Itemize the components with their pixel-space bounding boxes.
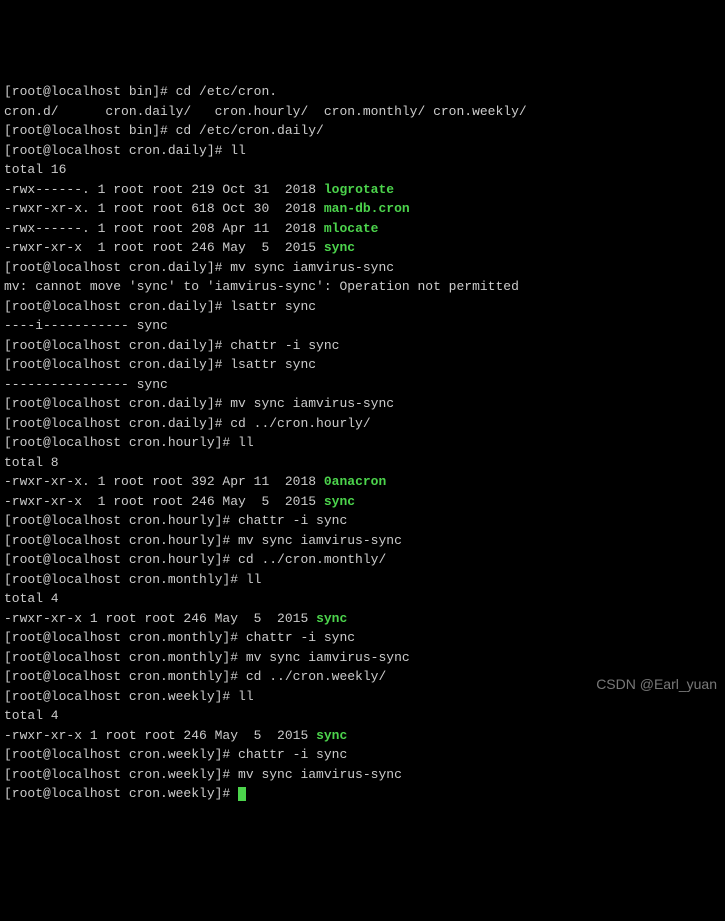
filename-highlight: sync <box>324 494 355 509</box>
terminal-text: [root@localhost cron.monthly]# chattr -i… <box>4 630 355 645</box>
terminal-text: [root@localhost cron.hourly]# chattr -i … <box>4 513 347 528</box>
terminal-line: total 8 <box>4 453 721 473</box>
terminal-text: [root@localhost cron.hourly]# cd ../cron… <box>4 552 386 567</box>
terminal-text: [root@localhost bin]# cd /etc/cron. <box>4 84 277 99</box>
terminal-line: [root@localhost cron.hourly]# mv sync ia… <box>4 531 721 551</box>
terminal-line: cron.d/ cron.daily/ cron.hourly/ cron.mo… <box>4 102 721 122</box>
terminal-line: -rwx------. 1 root root 219 Oct 31 2018 … <box>4 180 721 200</box>
terminal-line: [root@localhost bin]# cd /etc/cron.daily… <box>4 121 721 141</box>
terminal-line: ---------------- sync <box>4 375 721 395</box>
terminal-line: [root@localhost cron.daily]# mv sync iam… <box>4 258 721 278</box>
cursor <box>238 787 246 801</box>
terminal-line: total 4 <box>4 706 721 726</box>
filename-highlight: logrotate <box>324 182 394 197</box>
terminal-text: [root@localhost cron.weekly]# ll <box>4 689 254 704</box>
terminal-text: [root@localhost cron.daily]# ll <box>4 143 246 158</box>
terminal-text: -rwxr-xr-x 1 root root 246 May 5 2015 <box>4 611 316 626</box>
terminal-text: cron.d/ cron.daily/ cron.hourly/ cron.mo… <box>4 104 527 119</box>
terminal-text: -rwxr-xr-x. 1 root root 392 Apr 11 2018 <box>4 474 324 489</box>
terminal-text: [root@localhost cron.weekly]# <box>4 786 238 801</box>
terminal-text: [root@localhost cron.daily]# lsattr sync <box>4 357 316 372</box>
terminal-text: [root@localhost cron.hourly]# ll <box>4 435 254 450</box>
terminal-text: [root@localhost cron.daily]# mv sync iam… <box>4 260 394 275</box>
terminal-text: total 16 <box>4 162 66 177</box>
terminal-text: [root@localhost cron.monthly]# mv sync i… <box>4 650 410 665</box>
terminal-text: -rwx------. 1 root root 208 Apr 11 2018 <box>4 221 324 236</box>
terminal-text: [root@localhost cron.weekly]# chattr -i … <box>4 747 347 762</box>
terminal-line: total 4 <box>4 589 721 609</box>
terminal-line: -rwx------. 1 root root 208 Apr 11 2018 … <box>4 219 721 239</box>
terminal-text: -rwxr-xr-x. 1 root root 618 Oct 30 2018 <box>4 201 324 216</box>
terminal-line: total 16 <box>4 160 721 180</box>
terminal-text: [root@localhost cron.hourly]# mv sync ia… <box>4 533 402 548</box>
filename-highlight: 0anacron <box>324 474 386 489</box>
terminal-line: [root@localhost cron.daily]# chattr -i s… <box>4 336 721 356</box>
terminal-line: -rwxr-xr-x 1 root root 246 May 5 2015 sy… <box>4 609 721 629</box>
terminal-text: mv: cannot move 'sync' to 'iamvirus-sync… <box>4 279 519 294</box>
terminal-line: [root@localhost cron.monthly]# chattr -i… <box>4 628 721 648</box>
terminal-line: [root@localhost cron.hourly]# cd ../cron… <box>4 550 721 570</box>
filename-highlight: mlocate <box>324 221 379 236</box>
terminal-text: total 8 <box>4 455 59 470</box>
terminal-line: [root@localhost cron.daily]# lsattr sync <box>4 355 721 375</box>
terminal-line: -rwxr-xr-x. 1 root root 392 Apr 11 2018 … <box>4 472 721 492</box>
terminal-line: [root@localhost cron.daily]# mv sync iam… <box>4 394 721 414</box>
terminal-line: -rwxr-xr-x 1 root root 246 May 5 2015 sy… <box>4 726 721 746</box>
terminal-text: [root@localhost cron.daily]# lsattr sync <box>4 299 316 314</box>
terminal-line: [root@localhost cron.daily]# lsattr sync <box>4 297 721 317</box>
terminal-text: [root@localhost cron.monthly]# cd ../cro… <box>4 669 386 684</box>
filename-highlight: man-db.cron <box>324 201 410 216</box>
terminal-text: [root@localhost cron.daily]# cd ../cron.… <box>4 416 371 431</box>
filename-highlight: sync <box>316 728 347 743</box>
terminal-text: [root@localhost cron.monthly]# ll <box>4 572 261 587</box>
terminal-text: ---------------- sync <box>4 377 168 392</box>
terminal-text: [root@localhost cron.daily]# chattr -i s… <box>4 338 339 353</box>
terminal-line: -rwxr-xr-x. 1 root root 618 Oct 30 2018 … <box>4 199 721 219</box>
terminal-text: -rwxr-xr-x 1 root root 246 May 5 2015 <box>4 240 324 255</box>
terminal-line: ----i----------- sync <box>4 316 721 336</box>
terminal-text: [root@localhost bin]# cd /etc/cron.daily… <box>4 123 324 138</box>
terminal-line: -rwxr-xr-x 1 root root 246 May 5 2015 sy… <box>4 238 721 258</box>
terminal-line: [root@localhost cron.monthly]# ll <box>4 570 721 590</box>
terminal-line: -rwxr-xr-x 1 root root 246 May 5 2015 sy… <box>4 492 721 512</box>
terminal-line: [root@localhost cron.hourly]# chattr -i … <box>4 511 721 531</box>
terminal-line: [root@localhost cron.monthly]# mv sync i… <box>4 648 721 668</box>
terminal-text: total 4 <box>4 708 59 723</box>
terminal-text: [root@localhost cron.weekly]# mv sync ia… <box>4 767 402 782</box>
terminal-line: [root@localhost cron.weekly]# chattr -i … <box>4 745 721 765</box>
terminal-line: [root@localhost cron.daily]# ll <box>4 141 721 161</box>
terminal-line: [root@localhost cron.weekly]# <box>4 784 721 804</box>
terminal-line: [root@localhost cron.hourly]# ll <box>4 433 721 453</box>
terminal-text: total 4 <box>4 591 59 606</box>
filename-highlight: sync <box>324 240 355 255</box>
terminal-line: mv: cannot move 'sync' to 'iamvirus-sync… <box>4 277 721 297</box>
terminal-text: -rwxr-xr-x 1 root root 246 May 5 2015 <box>4 728 316 743</box>
terminal-line: [root@localhost bin]# cd /etc/cron. <box>4 82 721 102</box>
terminal-text: -rwx------. 1 root root 219 Oct 31 2018 <box>4 182 324 197</box>
terminal-line: [root@localhost cron.weekly]# mv sync ia… <box>4 765 721 785</box>
watermark: CSDN @Earl_yuan <box>596 674 717 695</box>
filename-highlight: sync <box>316 611 347 626</box>
terminal-text: ----i----------- sync <box>4 318 168 333</box>
terminal-line: [root@localhost cron.daily]# cd ../cron.… <box>4 414 721 434</box>
terminal-output[interactable]: [root@localhost bin]# cd /etc/cron. cron.… <box>4 82 721 804</box>
terminal-text: [root@localhost cron.daily]# mv sync iam… <box>4 396 394 411</box>
terminal-text: -rwxr-xr-x 1 root root 246 May 5 2015 <box>4 494 324 509</box>
